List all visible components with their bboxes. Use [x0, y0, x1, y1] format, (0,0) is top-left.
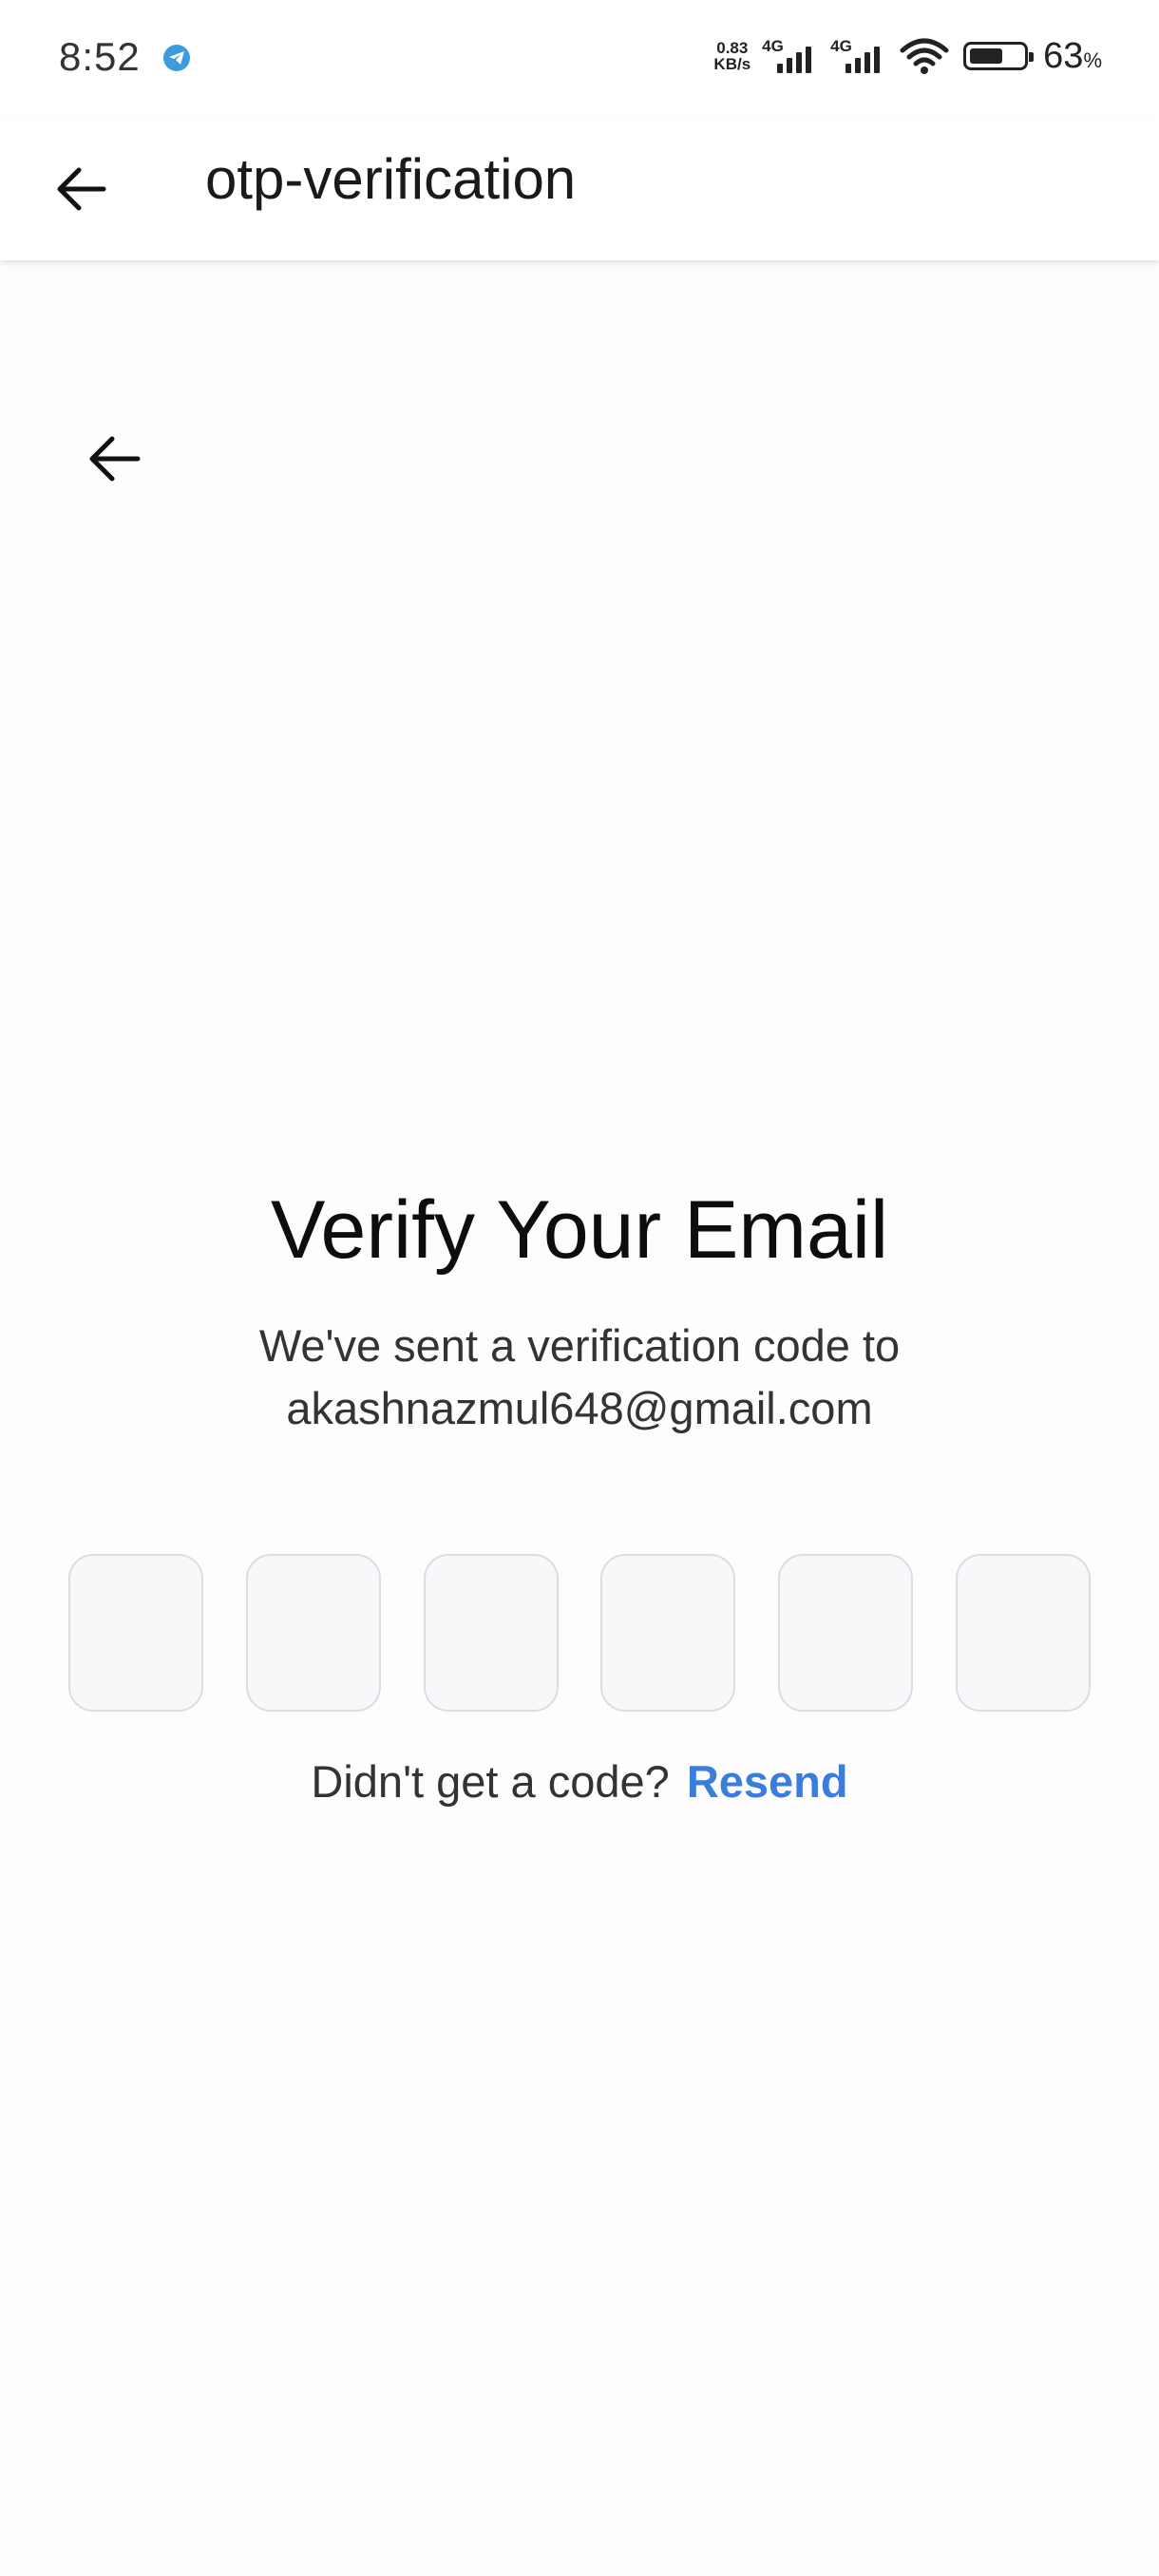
- telegram-icon: [163, 45, 190, 71]
- resend-row: Didn't get a code? Resend: [0, 1755, 1159, 1808]
- otp-digit-3[interactable]: [423, 1554, 559, 1712]
- status-bar: 8:52 0.83 KB/s 4G 4G 63%: [0, 0, 1159, 118]
- app-bar: otp-verification: [0, 118, 1159, 260]
- resend-prompt: Didn't get a code?: [311, 1756, 670, 1807]
- otp-digit-5[interactable]: [778, 1554, 914, 1712]
- network-speed-unit: KB/s: [713, 55, 751, 73]
- signal-sim1-icon: 4G: [762, 37, 825, 75]
- otp-digit-1[interactable]: [68, 1554, 203, 1712]
- app-bar-back-button[interactable]: [48, 156, 114, 222]
- status-time: 8:52: [59, 34, 141, 79]
- arrow-left-icon: [57, 167, 106, 211]
- resend-link[interactable]: Resend: [687, 1756, 848, 1807]
- signal-sim2-icon: 4G: [830, 37, 893, 75]
- page-title: otp-verification: [205, 147, 577, 211]
- battery-percent: 63%: [1043, 35, 1102, 76]
- verify-subtitle: We've sent a verification code to akashn…: [0, 1315, 1159, 1440]
- verify-heading: Verify Your Email: [270, 1184, 889, 1276]
- arrow-left-icon: [89, 436, 141, 482]
- status-icons: 0.83 KB/s 4G 4G 63%: [713, 32, 1102, 80]
- otp-digit-4[interactable]: [600, 1554, 736, 1712]
- battery-icon: [963, 42, 1035, 70]
- otp-digit-2[interactable]: [245, 1554, 381, 1712]
- verify-email: akashnazmul648@gmail.com: [286, 1383, 873, 1433]
- otp-input-group: [68, 1554, 1091, 1712]
- network-speed: 0.83 KB/s: [713, 40, 750, 72]
- wifi-icon: [900, 38, 949, 74]
- network-speed-value: 0.83: [716, 39, 749, 57]
- verify-subtitle-text: We've sent a verification code to: [258, 1320, 901, 1371]
- otp-digit-6[interactable]: [955, 1554, 1091, 1712]
- back-button[interactable]: [76, 426, 152, 492]
